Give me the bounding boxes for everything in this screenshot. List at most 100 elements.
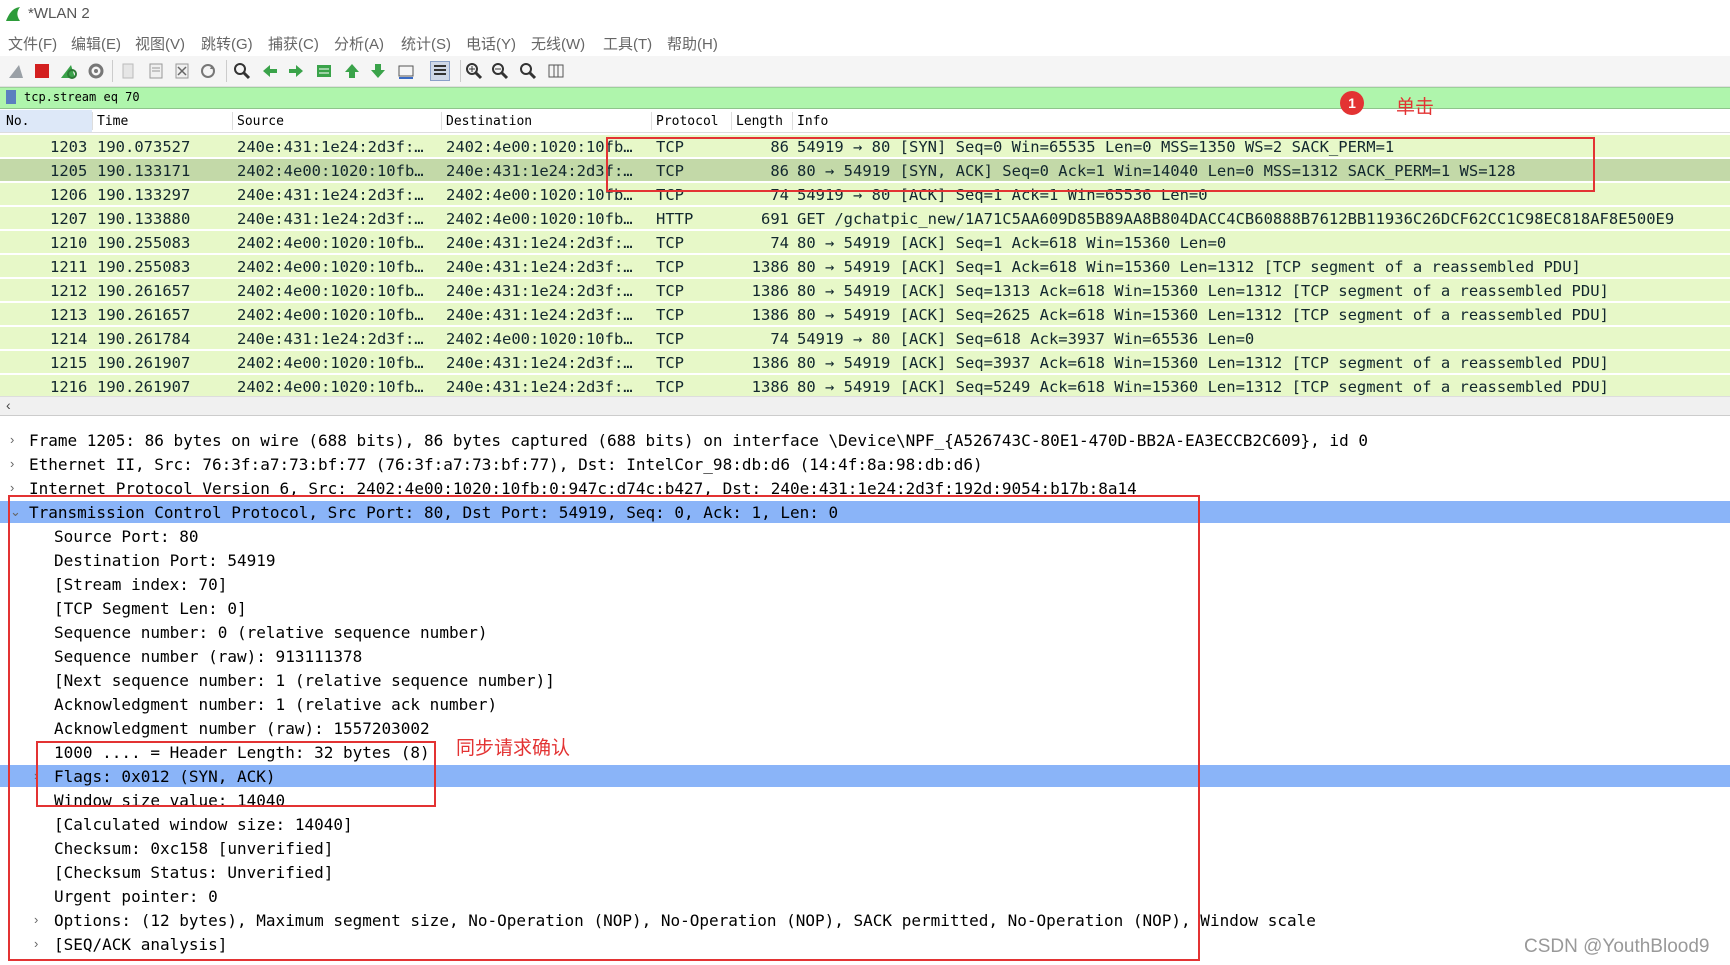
find-icon[interactable] [232,61,252,81]
cell-destination: 240e:431:1e24:2d3f:… [446,258,633,276]
autoscroll-icon[interactable] [396,61,416,81]
cell-protocol: TCP [656,378,684,396]
restart-icon[interactable] [58,61,78,81]
column-divider[interactable] [792,112,793,130]
open-file-icon[interactable] [118,61,138,81]
packet-row[interactable]: 1214 190.261784 240e:431:1e24:2d3f:… 2402:4… [0,327,1730,349]
syn-packets-highlight-box [606,137,1595,192]
first-packet-icon[interactable] [342,61,362,81]
cell-destination: 240e:431:1e24:2d3f:… [446,234,633,252]
column-header-time[interactable]: Time [97,114,128,129]
menu-help[interactable]: 帮助(H) [667,33,718,54]
cell-length: 74 [770,330,789,348]
wireshark-logo-icon [6,7,20,21]
cell-destination: 240e:431:1e24:2d3f:… [446,282,633,300]
column-header-no[interactable]: No. [6,114,29,129]
column-header-source[interactable]: Source [237,114,284,129]
cell-length: 74 [770,234,789,252]
menu-file[interactable]: 文件(F) [8,33,57,54]
menu-bar: 文件(F) 编辑(E) 视图(V) 跳转(G) 捕获(C) 分析(A) 统计(S… [0,30,1730,56]
cell-no: 1203 [50,138,88,156]
menu-capture[interactable]: 捕获(C) [268,33,319,54]
cell-source: 2402:4e00:1020:10fb… [237,258,424,276]
menu-go[interactable]: 跳转(G) [201,33,253,54]
cell-time: 190.261657 [97,306,191,324]
detail-row[interactable]: › Frame 1205: 86 bytes on wire (688 bits)… [0,429,1730,451]
menu-telephony[interactable]: 电话(Y) [466,33,516,54]
go-forward-icon[interactable] [286,61,306,81]
column-divider[interactable] [232,112,233,130]
cell-time: 190.133880 [97,210,191,228]
packet-row[interactable]: 1207 190.133880 240e:431:1e24:2d3f:… 2402:4… [0,207,1730,229]
expand-chevron-icon[interactable]: › [10,456,14,471]
cell-length: 1386 [751,354,789,372]
column-divider[interactable] [731,112,732,130]
cell-source: 2402:4e00:1020:10fb… [237,354,424,372]
normal-size-icon[interactable] [518,61,538,81]
cell-no: 1216 [50,378,88,396]
close-file-icon[interactable] [172,61,192,81]
cell-source: 2402:4e00:1020:10fb… [237,282,424,300]
menu-analyze[interactable]: 分析(A) [334,33,384,54]
cell-destination: 240e:431:1e24:2d3f:… [446,354,633,372]
scroll-left-arrow-icon[interactable]: ‹ [6,397,11,413]
display-filter-input[interactable]: tcp.stream eq 70 [24,90,140,104]
colorize-icon[interactable] [430,61,450,81]
detail-row[interactable]: › Ethernet II, Src: 76:3f:a7:73:bf:77 (76… [0,453,1730,475]
reload-icon[interactable] [198,61,218,81]
packet-row[interactable]: 1212 190.261657 2402:4e00:1020:10fb… 240e:4… [0,279,1730,301]
toolbar-separator [112,60,113,82]
expand-chevron-icon[interactable]: › [10,480,14,495]
cell-length: 691 [761,210,789,228]
cell-time: 190.261907 [97,354,191,372]
column-header-protocol[interactable]: Protocol [656,114,719,129]
menu-edit[interactable]: 编辑(E) [71,33,121,54]
packet-row[interactable]: 1216 190.261907 2402:4e00:1020:10fb… 240e:4… [0,375,1730,397]
cell-length: 1386 [751,258,789,276]
packet-row[interactable]: 1213 190.261657 2402:4e00:1020:10fb… 240e:4… [0,303,1730,325]
packet-row[interactable]: 1210 190.255083 2402:4e00:1020:10fb… 240e:4… [0,231,1730,253]
column-header-length[interactable]: Length [736,114,783,129]
zoom-out-icon[interactable] [490,61,510,81]
flags-highlight-box [36,741,436,807]
options-gear-icon[interactable] [86,61,106,81]
cell-destination: 240e:431:1e24:2d3f:… [446,162,633,180]
save-file-icon[interactable] [146,61,166,81]
column-header-info[interactable]: Info [797,114,828,129]
cell-info: 80 → 54919 [ACK] Seq=1 Ack=618 Win=15360… [797,258,1581,276]
menu-tools[interactable]: 工具(T) [603,33,652,54]
shark-fin-start-icon[interactable] [6,61,26,81]
column-divider[interactable] [92,112,93,130]
bookmark-icon[interactable] [6,90,16,104]
menu-view[interactable]: 视图(V) [135,33,185,54]
cell-no: 1205 [50,162,88,180]
detail-text: Ethernet II, Src: 76:3f:a7:73:bf:77 (76:… [29,455,983,474]
cell-no: 1215 [50,354,88,372]
column-divider[interactable] [441,112,442,130]
cell-source: 240e:431:1e24:2d3f:… [237,186,424,204]
go-to-packet-icon[interactable] [314,61,334,81]
stop-icon[interactable] [32,61,52,81]
cell-destination: 2402:4e00:1020:10fb… [446,138,633,156]
packet-row[interactable]: 1215 190.261907 2402:4e00:1020:10fb… 240e:4… [0,351,1730,373]
go-back-icon[interactable] [260,61,280,81]
menu-wireless[interactable]: 无线(W) [531,33,585,54]
column-divider[interactable] [651,112,652,130]
cell-no: 1210 [50,234,88,252]
cell-time: 190.255083 [97,234,191,252]
window-title: *WLAN 2 [28,5,90,22]
column-header-destination[interactable]: Destination [446,114,532,129]
packet-row[interactable]: 1211 190.255083 2402:4e00:1020:10fb… 240e:4… [0,255,1730,277]
cell-no: 1214 [50,330,88,348]
cell-time: 190.261657 [97,282,191,300]
cell-protocol: TCP [656,258,684,276]
packet-list-horizontal-scrollbar[interactable]: ‹ [0,396,1730,416]
resize-columns-icon[interactable] [546,61,566,81]
cell-protocol: TCP [656,330,684,348]
zoom-in-icon[interactable] [464,61,484,81]
expand-chevron-icon[interactable]: › [10,432,14,447]
toolbar-separator [226,60,227,82]
tcp-section-highlight-box [8,495,1200,961]
last-packet-icon[interactable] [368,61,388,81]
menu-statistics[interactable]: 统计(S) [401,33,451,54]
